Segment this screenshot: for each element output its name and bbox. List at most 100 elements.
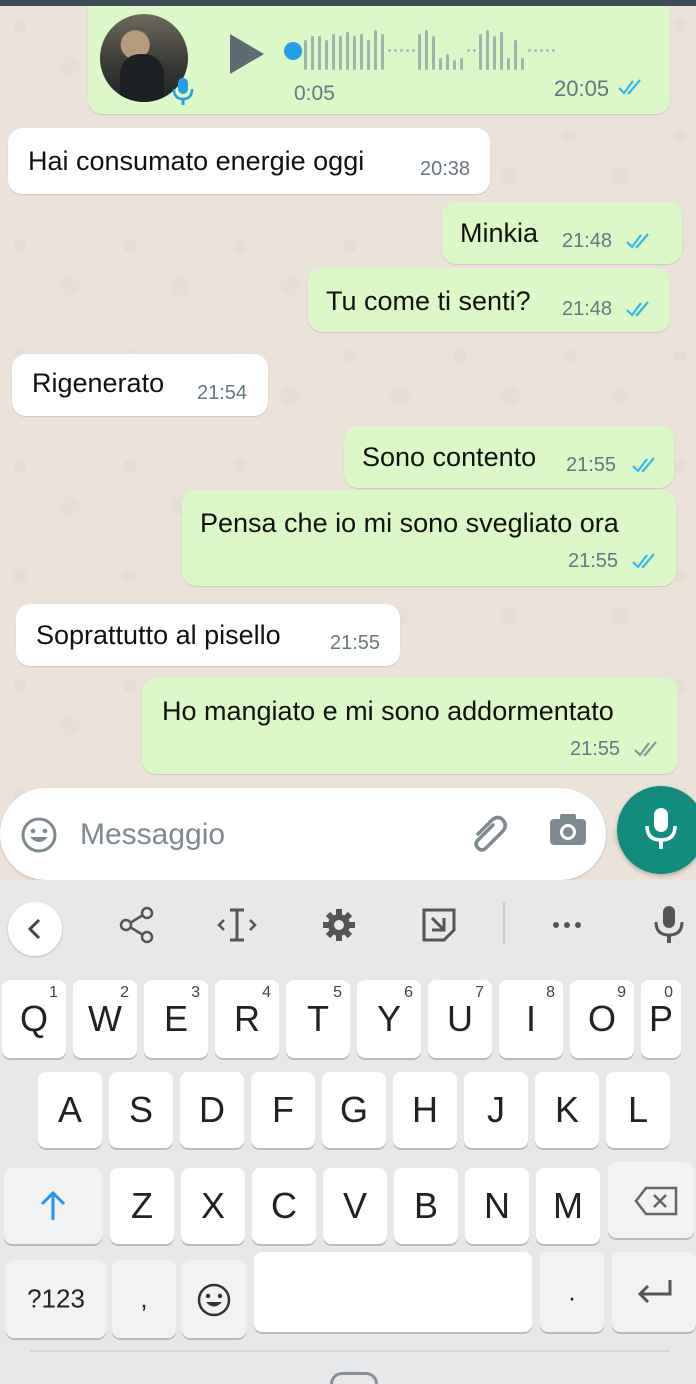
message-outgoing[interactable]: Ho mangiato e mi sono addormentato 21:55 xyxy=(142,678,678,774)
message-input-bar[interactable]: Messaggio xyxy=(0,788,606,880)
waveform-bar xyxy=(353,36,356,70)
key-x[interactable]: X xyxy=(181,1168,245,1244)
backspace-key[interactable] xyxy=(608,1162,694,1238)
waveform-bar xyxy=(360,34,363,70)
message-text: Sono contento xyxy=(362,442,537,472)
seek-knob[interactable] xyxy=(284,42,302,60)
key-b[interactable]: B xyxy=(394,1168,458,1244)
shift-key[interactable] xyxy=(4,1168,102,1244)
share-icon[interactable] xyxy=(112,900,162,950)
message-incoming[interactable]: Soprattutto al pisello 21:55 xyxy=(16,604,400,666)
waveform-bar xyxy=(400,49,403,52)
key-v[interactable]: V xyxy=(323,1168,387,1244)
waveform-bar xyxy=(528,49,531,52)
message-time: 21:55 xyxy=(330,632,381,654)
waveform-bar xyxy=(479,34,482,70)
key-label: W xyxy=(88,998,122,1039)
key-h[interactable]: H xyxy=(393,1072,457,1148)
key-s[interactable]: S xyxy=(109,1072,173,1148)
waveform-bar xyxy=(500,32,503,70)
waveform-bar xyxy=(367,40,370,70)
sticker-icon[interactable] xyxy=(414,900,464,950)
key-g[interactable]: G xyxy=(322,1072,386,1148)
waveform-bar xyxy=(486,30,489,70)
key-d[interactable]: D xyxy=(180,1072,244,1148)
camera-icon[interactable] xyxy=(548,810,588,850)
waveform[interactable] xyxy=(296,30,636,70)
key-t[interactable]: T5 xyxy=(286,980,350,1058)
key-k[interactable]: K xyxy=(535,1072,599,1148)
message-outgoing[interactable]: Pensa che io mi sono svegliato ora 21:55 xyxy=(182,490,676,586)
period-key[interactable]: . xyxy=(540,1252,604,1332)
emoji-icon xyxy=(197,1283,231,1317)
waveform-bar xyxy=(381,34,384,70)
key-label: Z xyxy=(131,1185,153,1226)
enter-key[interactable] xyxy=(612,1252,696,1332)
waveform-bar xyxy=(467,49,470,52)
collapse-toolbar-button[interactable] xyxy=(8,902,62,956)
keyboard[interactable]: Q 1 W 2 E 3 R 4 T 5 Y 6 U 7 I 8 O 9 P 0 A S D F G H J K L Z X C V B N M ?123… xyxy=(0,880,696,1384)
message-input[interactable]: Messaggio xyxy=(80,818,225,852)
text-cursor-icon[interactable] xyxy=(212,900,262,950)
keyboard-bottom-divider xyxy=(30,1350,670,1352)
key-o[interactable]: O9 xyxy=(570,980,634,1058)
waveform-bar xyxy=(514,40,517,70)
key-y[interactable]: Y6 xyxy=(357,980,421,1058)
key-f[interactable]: F xyxy=(251,1072,315,1148)
key-i[interactable]: I8 xyxy=(499,980,563,1058)
key-label: C xyxy=(271,1185,297,1226)
voice-record-button[interactable] xyxy=(617,786,696,874)
key-z[interactable]: Z xyxy=(110,1168,174,1244)
message-time: 21:54 xyxy=(197,382,248,404)
key-label: F xyxy=(272,1089,294,1130)
comma-key[interactable]: , xyxy=(112,1260,176,1338)
voice-input-icon[interactable] xyxy=(644,900,694,950)
message-outgoing[interactable]: Tu come ti senti? 21:48 xyxy=(308,268,670,332)
key-label: X xyxy=(200,1185,225,1226)
read-ticks-icon xyxy=(626,233,649,249)
key-label: J xyxy=(487,1089,505,1130)
emoji-icon[interactable] xyxy=(20,816,58,854)
key-q[interactable]: Q1 xyxy=(2,980,66,1058)
key-l[interactable]: L xyxy=(606,1072,670,1148)
key-w[interactable]: W2 xyxy=(73,980,137,1058)
spacebar-key[interactable] xyxy=(254,1252,532,1332)
key-p[interactable]: P0 xyxy=(641,980,681,1058)
key-r[interactable]: R4 xyxy=(215,980,279,1058)
key-label: O xyxy=(587,998,616,1039)
key-label: Q xyxy=(19,998,48,1039)
waveform-bar xyxy=(311,36,314,70)
mic-icon xyxy=(645,808,677,849)
key-a[interactable]: A xyxy=(38,1072,102,1148)
key-hint: 7 xyxy=(475,984,484,1001)
shift-arrow-icon xyxy=(40,1190,66,1220)
home-handle[interactable] xyxy=(330,1372,378,1384)
message-outgoing[interactable]: Sono contento 21:55 xyxy=(344,426,674,488)
waveform-bar xyxy=(507,58,510,70)
waveform-bar xyxy=(304,40,307,70)
waveform-bar xyxy=(446,54,449,70)
read-ticks-icon xyxy=(618,79,641,95)
more-icon[interactable] xyxy=(542,900,592,950)
read-ticks-icon xyxy=(626,301,649,317)
key-m[interactable]: M xyxy=(536,1168,600,1244)
attach-icon[interactable] xyxy=(468,812,512,856)
emoji-key[interactable] xyxy=(182,1260,246,1338)
message-outgoing[interactable]: Minkia 21:48 xyxy=(442,202,682,264)
play-icon[interactable] xyxy=(230,34,264,74)
message-incoming[interactable]: Hai consumato energie oggi 20:38 xyxy=(8,128,490,194)
waveform-bar xyxy=(374,30,377,70)
chat-area[interactable]: 0:05 20:05 Hai consumato energie oggi 20… xyxy=(0,6,696,880)
key-u[interactable]: U7 xyxy=(428,980,492,1058)
key-n[interactable]: N xyxy=(465,1168,529,1244)
message-incoming[interactable]: Rigenerato 21:54 xyxy=(12,354,268,416)
backspace-icon xyxy=(634,1186,678,1216)
key-hint: 4 xyxy=(262,984,271,1001)
key-c[interactable]: C xyxy=(252,1168,316,1244)
navigation-bar xyxy=(0,1362,696,1384)
voice-message-bubble[interactable]: 0:05 20:05 xyxy=(88,6,670,114)
symbols-key[interactable]: ?123 xyxy=(6,1260,106,1338)
key-j[interactable]: J xyxy=(464,1072,528,1148)
key-e[interactable]: E3 xyxy=(144,980,208,1058)
gear-icon[interactable] xyxy=(314,900,364,950)
